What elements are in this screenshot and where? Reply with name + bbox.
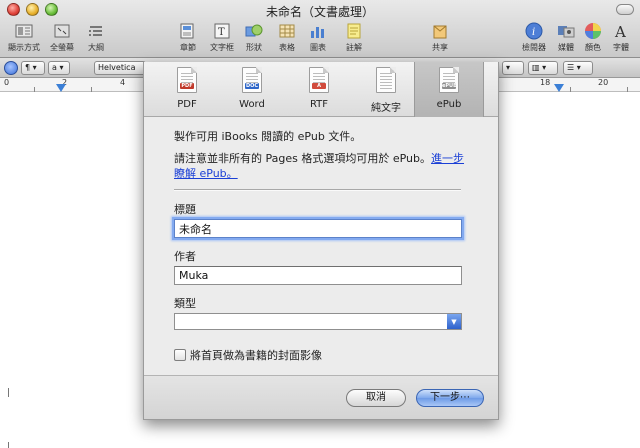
- chart-icon: [308, 22, 328, 40]
- svg-text:A: A: [614, 23, 626, 40]
- author-label: 作者: [174, 250, 196, 263]
- font-family-value: Helvetica: [98, 63, 136, 72]
- character-style-symbol: a: [52, 63, 57, 72]
- pdf-document-icon: PDF: [177, 67, 197, 93]
- cover-image-label: 將首頁做為書籍的封面影像: [190, 349, 322, 362]
- toolbar-label: 共享: [432, 43, 448, 52]
- ruler-number: 0: [4, 78, 10, 87]
- left-indent-marker[interactable]: [56, 84, 66, 92]
- share-icon: [430, 22, 450, 40]
- cover-image-checkbox[interactable]: [174, 349, 186, 361]
- sections-icon: [178, 22, 198, 40]
- alignment-popup[interactable]: ▾: [502, 61, 524, 75]
- epub-compatibility-note: 請注意並非所有的 Pages 格式選項均可用於 ePub。進一步瞭解 ePub。: [174, 151, 474, 181]
- rtf-document-icon: A: [309, 67, 329, 93]
- toolbar-view-button[interactable]: 顯示方式: [4, 22, 44, 53]
- text-document-icon: [376, 67, 396, 93]
- format-chip: PDF: [180, 83, 194, 89]
- svg-text:i: i: [532, 27, 535, 38]
- toolbar-label: 表格: [279, 43, 295, 52]
- sheet-footer: 取消 下一步⋯: [144, 375, 498, 419]
- toolbar-label: 圖表: [310, 43, 326, 52]
- inspector-icon: i: [524, 22, 544, 40]
- table-icon: [277, 22, 297, 40]
- window-titlebar: 未命名（文書處理） 顯示方式 全螢幕 大綱 章節 T 文字框 形狀 表格 圖表 …: [0, 0, 640, 58]
- ruler-number: 18: [540, 78, 551, 87]
- list-popup[interactable]: ☰ ▾: [563, 61, 593, 75]
- format-chip: ePUB: [442, 83, 457, 89]
- tab-word[interactable]: DOC Word: [217, 62, 287, 117]
- epub-document-icon: ePUB: [439, 67, 459, 93]
- tab-label: RTF: [309, 99, 329, 110]
- toolbar-label: 註解: [346, 43, 362, 52]
- toolbar-label: 章節: [180, 43, 196, 52]
- tab-epub[interactable]: ePUB ePub: [414, 62, 484, 117]
- columns-popup[interactable]: ▥ ▾: [528, 61, 558, 75]
- cover-image-option[interactable]: 將首頁做為書籍的封面影像: [174, 347, 322, 363]
- shapes-icon: [244, 22, 264, 40]
- toolbar-label: 檢閱器: [522, 43, 546, 52]
- title-field[interactable]: [174, 219, 462, 238]
- toolbar-label: 顯示方式: [8, 43, 40, 52]
- toolbar-label: 全螢幕: [50, 43, 74, 52]
- title-label: 標題: [174, 203, 196, 216]
- author-field[interactable]: [174, 266, 462, 285]
- view-icon: [14, 22, 34, 40]
- comment-icon: [344, 22, 364, 40]
- cancel-button[interactable]: 取消: [346, 389, 406, 407]
- fullscreen-icon: [52, 22, 72, 40]
- ruler-number: 4: [120, 78, 126, 87]
- page-marker: [8, 442, 9, 448]
- genre-value: [175, 314, 179, 327]
- toolbar-fonts-button[interactable]: A 字體: [601, 22, 640, 53]
- fonts-icon: A: [611, 22, 631, 40]
- window-title: 未命名（文書處理）: [265, 5, 374, 19]
- outline-icon: [86, 22, 106, 40]
- textbox-icon: T: [212, 22, 232, 40]
- paragraph-style-symbol: ¶: [25, 63, 31, 72]
- right-indent-marker[interactable]: [554, 84, 564, 92]
- toolbar-outline-button[interactable]: 大綱: [76, 22, 116, 53]
- font-family-popup[interactable]: Helvetica: [94, 61, 146, 75]
- toolbar-chart-button[interactable]: 圖表: [298, 22, 338, 53]
- toolbar-label: 大綱: [88, 43, 104, 52]
- paragraph-style-popup[interactable]: ¶ ▾: [21, 61, 45, 75]
- next-button[interactable]: 下一步⋯: [416, 389, 484, 407]
- tab-pdf[interactable]: PDF PDF: [152, 62, 222, 117]
- word-document-icon: DOC: [242, 67, 262, 93]
- page-marker: [8, 388, 9, 397]
- genre-label: 類型: [174, 297, 196, 310]
- note-text: 請注意並非所有的 Pages 格式選項均可用於 ePub。: [174, 152, 432, 165]
- toolbar-label: 字體: [613, 43, 629, 52]
- toolbar-label: 媒體: [558, 43, 574, 52]
- toolbar-comment-button[interactable]: 註解: [334, 22, 374, 53]
- genre-combobox[interactable]: ▼: [174, 313, 462, 330]
- character-style-popup[interactable]: a ▾: [48, 61, 70, 75]
- dropdown-arrow-icon[interactable]: ▼: [447, 314, 461, 329]
- tab-label: 純文字: [371, 103, 401, 114]
- format-chip: A: [312, 83, 326, 89]
- toolbar-label: 顏色: [585, 43, 601, 52]
- toolbar-label: 形狀: [246, 43, 262, 52]
- export-sheet: PDF PDF DOC Word A RTF 純文字 ePUB ePub 製作可…: [143, 62, 499, 420]
- toolbar-share-button[interactable]: 共享: [420, 22, 460, 53]
- tab-plain-text[interactable]: 純文字: [351, 62, 421, 117]
- tab-label: Word: [239, 99, 265, 110]
- toolbar-toggle-button[interactable]: [616, 4, 634, 15]
- toolbar-label: 文字框: [210, 43, 234, 52]
- export-format-tabs: PDF PDF DOC Word A RTF 純文字 ePUB ePub: [144, 62, 498, 117]
- svg-text:T: T: [218, 27, 225, 38]
- tab-label: ePub: [436, 99, 462, 110]
- tab-rtf[interactable]: A RTF: [284, 62, 354, 117]
- tab-label: PDF: [177, 99, 197, 110]
- ruler-number: 20: [598, 78, 609, 87]
- epub-description: 製作可用 iBooks 閱讀的 ePub 文件。: [174, 130, 362, 143]
- divider: [174, 189, 461, 191]
- format-chip: DOC: [245, 83, 259, 89]
- styles-drawer-button[interactable]: [4, 61, 18, 75]
- colors-icon: [583, 22, 603, 40]
